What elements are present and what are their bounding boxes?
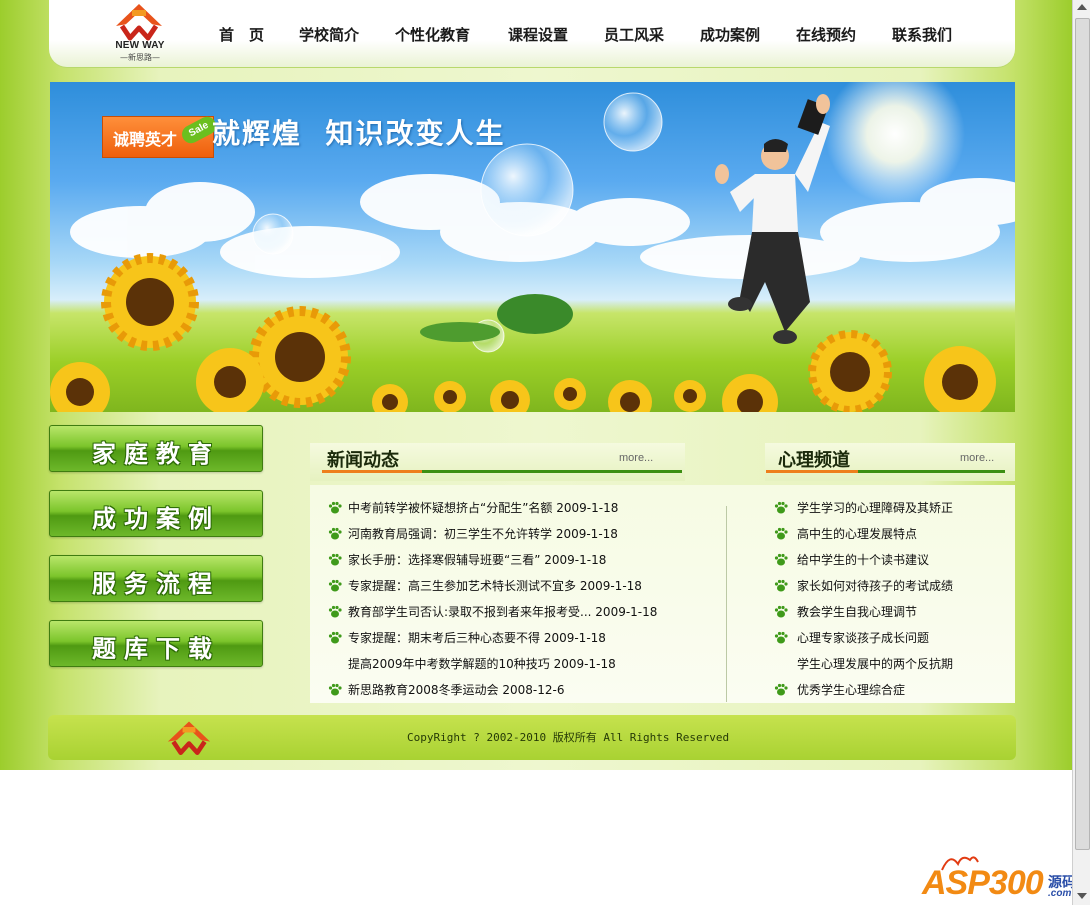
site-logo[interactable]: NEW WAY —新思路— (109, 2, 169, 64)
jumping-person-figure (715, 94, 830, 344)
psych-list-item[interactable]: 优秀学生心理综合症 (797, 681, 905, 698)
paw-bullet-icon (328, 604, 342, 618)
news-list-item[interactable]: 河南教育局强调：初三学生不允许转学 2009-1-18 (348, 525, 618, 542)
psych-list-item[interactable]: 给中学生的十个读书建议 (797, 551, 929, 568)
recruit-badge[interactable]: 诚聘英才 Sale (102, 113, 220, 158)
psych-more-link[interactable]: more... (960, 452, 994, 464)
nav-personalized-education[interactable]: 个性化教育 (395, 24, 470, 45)
psych-header-accent-line (766, 470, 858, 473)
psych-panel-header: 心理频道 more... (765, 443, 1015, 481)
news-panel-title: 新闻动态 (327, 450, 399, 471)
paw-bullet-icon (328, 682, 342, 696)
paw-bullet-icon (328, 526, 342, 540)
paw-bullet-icon (774, 578, 788, 592)
scroll-down-arrow-icon[interactable] (1077, 893, 1087, 899)
side-button-label: 服务流程 (92, 569, 220, 598)
psych-panel-title: 心理频道 (778, 450, 850, 471)
news-list-item[interactable]: 家长手册：选择寒假辅导班要“三看” 2009-1-18 (348, 551, 606, 568)
news-list-item[interactable]: 中考前转学被怀疑想挤占“分配生”名额 2009-1-18 (348, 499, 618, 516)
nav-online-booking[interactable]: 在线预约 (796, 24, 856, 45)
news-header-accent-line (322, 470, 422, 473)
psych-list-item[interactable]: 学生学习的心理障碍及其矫正 (797, 499, 953, 516)
paw-bullet-icon (774, 552, 788, 566)
side-button-question-bank-download[interactable]: 题库下载 (49, 620, 263, 667)
logo-subtext: —新思路— (120, 53, 160, 62)
nav-courses[interactable]: 课程设置 (508, 24, 568, 45)
news-list-item[interactable]: 专家提醒：高三生参加艺术特长测试不宜多 2009-1-18 (348, 577, 642, 594)
scroll-up-arrow-icon[interactable] (1077, 4, 1087, 10)
news-list-item[interactable]: 新思路教育2008冬季运动会 2008-12-6 (348, 681, 564, 698)
nav-staff[interactable]: 员工风采 (604, 24, 664, 45)
logo-text: NEW WAY (115, 40, 165, 51)
psych-header-line (858, 470, 1005, 473)
paw-bullet-icon (328, 500, 342, 514)
paw-bullet-icon (774, 604, 788, 618)
psych-list-item[interactable]: 学生心理发展中的两个反抗期 (797, 655, 953, 672)
news-header-line (422, 470, 682, 473)
news-list-item[interactable]: 提高2009年中考数学解题的10种技巧 2009-1-18 (348, 655, 616, 672)
hero-banner: 诚聘英才 Sale 就辉煌 知识改变人生 (50, 82, 1015, 412)
banner-slogan: 就辉煌 知识改变人生 (212, 117, 506, 150)
nav-school-intro[interactable]: 学校简介 (299, 24, 359, 45)
side-button-family-education[interactable]: 家庭教育 (49, 425, 263, 472)
psych-list-item[interactable]: 高中生的心理发展特点 (797, 525, 917, 542)
side-button-label: 题库下载 (92, 634, 220, 663)
watermark-com: .com (1048, 888, 1072, 899)
psych-list-item[interactable]: 心理专家谈孩子成长问题 (797, 629, 929, 646)
recruit-badge-text: 诚聘英才 (113, 130, 178, 149)
sunflower-field (50, 253, 996, 412)
watermark-text: ASP300 (922, 864, 1044, 902)
paw-bullet-icon (328, 630, 342, 644)
paw-bullet-icon (774, 630, 788, 644)
nav-success-cases[interactable]: 成功案例 (700, 24, 760, 45)
side-button-label: 成功案例 (92, 504, 220, 533)
side-button-success-cases[interactable]: 成功案例 (49, 490, 263, 537)
psych-list-item[interactable]: 教会学生自我心理调节 (797, 603, 917, 620)
paw-bullet-icon (328, 578, 342, 592)
news-panel-header: 新闻动态 more... (310, 443, 685, 481)
side-button-label: 家庭教育 (92, 439, 220, 468)
new-way-logo-icon (116, 4, 162, 41)
site-footer: CopyRight ? 2002-2010 版权所有 All Rights Re… (48, 715, 1016, 760)
paw-bullet-icon (774, 682, 788, 696)
nav-home[interactable]: 首 页 (219, 24, 264, 45)
scroll-thumb[interactable] (1075, 18, 1090, 850)
nav-contact[interactable]: 联系我们 (892, 24, 952, 45)
news-more-link[interactable]: more... (619, 452, 653, 464)
side-button-service-process[interactable]: 服务流程 (49, 555, 263, 602)
asp300-watermark: ASP300 源码 .com (920, 850, 1090, 905)
column-divider (726, 506, 727, 702)
paw-bullet-icon (774, 526, 788, 540)
vertical-scrollbar[interactable] (1072, 0, 1090, 905)
copyright-text: CopyRight ? 2002-2010 版权所有 All Rights Re… (407, 731, 730, 744)
site-header: NEW WAY —新思路— 首 页 学校简介 个性化教育 课程设置 员工风采 成… (49, 0, 1015, 67)
footer-logo-icon (167, 721, 211, 756)
paw-bullet-icon (328, 552, 342, 566)
news-list-item[interactable]: 教育部学生司否认:录取不报到者来年报考受... 2009-1-18 (348, 603, 657, 620)
news-list-item[interactable]: 专家提醒：期末考后三种心态要不得 2009-1-18 (348, 629, 606, 646)
paw-bullet-icon (774, 500, 788, 514)
psych-list-item[interactable]: 家长如何对待孩子的考试成绩 (797, 577, 953, 594)
